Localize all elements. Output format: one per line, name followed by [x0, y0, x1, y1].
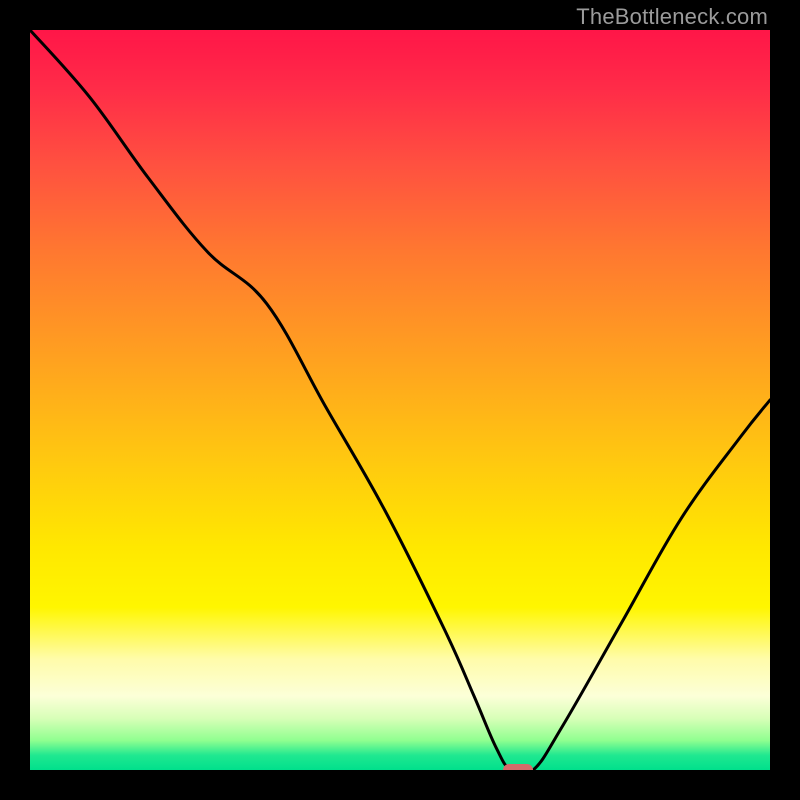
watermark-text: TheBottleneck.com — [576, 4, 768, 30]
plot-area — [30, 30, 770, 770]
optimal-marker — [503, 764, 533, 770]
chart-container: TheBottleneck.com — [0, 0, 800, 800]
bottleneck-curve — [30, 30, 770, 770]
